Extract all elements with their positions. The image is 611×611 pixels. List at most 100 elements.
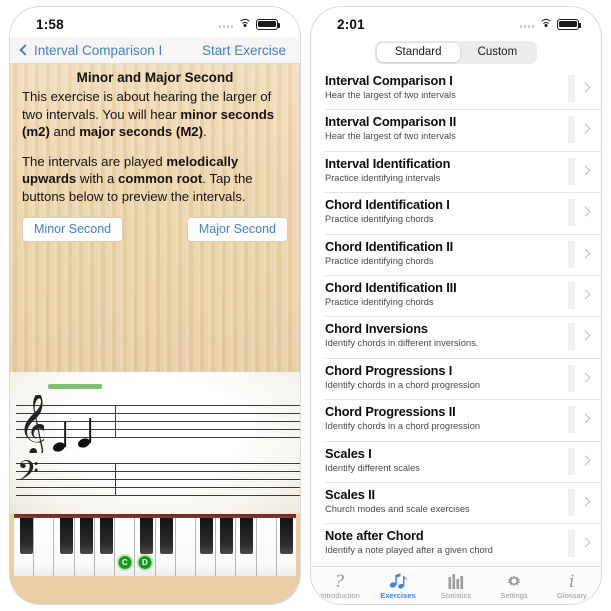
bass-clef-icon: 𝄢 — [17, 459, 39, 493]
tab-label: Introduction — [320, 590, 360, 600]
list-item-title: Chord Identification I — [325, 197, 450, 213]
chevron-left-icon — [19, 44, 31, 56]
cellular-dots-icon — [218, 20, 233, 28]
gear-icon — [506, 572, 522, 589]
list-item-title: Scales II — [325, 486, 375, 502]
tab-label: Glossary — [557, 590, 587, 600]
tab-label: Exercises — [380, 590, 416, 600]
black-key[interactable] — [220, 518, 233, 554]
list-item-title: Scales I — [325, 445, 372, 461]
black-key[interactable] — [240, 518, 253, 554]
standard-custom-segmented-control[interactable]: Standard Custom — [374, 41, 538, 64]
segment-custom[interactable]: Custom — [460, 43, 536, 62]
right-status-bar: 2:01 — [311, 7, 601, 37]
major-second-preview-button[interactable]: Major Second — [186, 217, 288, 242]
screenshot-stage: 1:58 Interval Comparison I Start Exercis… — [0, 0, 611, 611]
progress-indicator-bar — [48, 384, 102, 389]
right-phone-screen: 2:01 Standard Custom Interval Comparison… — [311, 7, 601, 604]
start-exercise-button[interactable]: Start Exercise — [202, 43, 286, 58]
tab-exercises[interactable]: Exercises — [369, 572, 427, 600]
list-item-subtitle: Church modes and scale exercises — [325, 503, 470, 514]
wifi-icon — [539, 19, 552, 29]
music-staff-area: 𝄞 𝄢 — [10, 372, 300, 514]
preview-button-row: Minor Second Major Second — [22, 217, 288, 242]
black-key[interactable] — [200, 518, 213, 554]
black-key[interactable] — [140, 518, 153, 554]
list-item[interactable]: Interval Comparison I Hear the largest o… — [311, 68, 601, 109]
list-item[interactable]: Scales I Identify different scales — [311, 440, 601, 482]
bottom-tab-bar[interactable]: ? Introduction Exercises Statistics Sett… — [311, 566, 601, 604]
black-key[interactable] — [280, 518, 293, 554]
list-item-title: Interval Comparison I — [325, 73, 453, 88]
black-keys[interactable] — [14, 518, 296, 554]
level-indicator — [568, 240, 575, 268]
svg-text:𝄞: 𝄞 — [18, 395, 44, 453]
exercise-list[interactable]: Interval Comparison I Hear the largest o… — [311, 68, 601, 566]
bar-chart-icon — [448, 572, 465, 589]
key-marker-d: D — [138, 556, 152, 569]
list-item[interactable]: Interval Comparison II Hear the largest … — [311, 109, 601, 150]
list-item[interactable]: Note after Chord Identify a note played … — [311, 523, 601, 564]
list-item-title: Chord Progressions II — [325, 404, 456, 420]
list-item[interactable]: Chord Identification III Practice identi… — [311, 274, 601, 316]
black-key[interactable] — [80, 518, 93, 554]
left-phone-screen: 1:58 Interval Comparison I Start Exercis… — [10, 7, 300, 604]
back-button-label: Interval Comparison I — [34, 42, 163, 58]
tab-settings[interactable]: Settings — [485, 572, 543, 600]
list-item-subtitle: Practice identifying chords — [325, 255, 434, 266]
question-mark-icon: ? — [333, 572, 348, 589]
list-item-subtitle: Practice identifying chords — [325, 296, 434, 307]
treble-clef-icon: 𝄞 — [18, 395, 44, 453]
tab-introduction[interactable]: ? Introduction — [311, 572, 369, 600]
level-indicator — [568, 364, 575, 392]
level-indicator — [568, 281, 575, 309]
piano-keyboard[interactable]: C D — [10, 514, 300, 604]
key-marker-c: C — [118, 556, 132, 569]
black-key[interactable] — [20, 518, 33, 554]
list-item[interactable]: Chord Identification I Practice identify… — [311, 192, 601, 233]
bass-barline — [115, 463, 116, 495]
tab-statistics[interactable]: Statistics — [427, 572, 485, 600]
status-bar-time: 1:58 — [36, 16, 64, 32]
list-item-subtitle: Identify chords in a chord progression — [325, 421, 481, 432]
exercise-description-panel: Minor and Major Second This exercise is … — [10, 64, 300, 372]
minor-second-preview-button[interactable]: Minor Second — [22, 217, 124, 242]
tab-label: Settings — [500, 590, 528, 600]
list-item-subtitle: Hear the largest of two intervals — [325, 131, 456, 142]
level-indicator — [568, 116, 575, 144]
list-item-subtitle: Practice identifying intervals — [325, 172, 441, 183]
list-item-subtitle: Identify chords in a chord progression — [325, 379, 481, 390]
svg-text:i: i — [569, 572, 574, 589]
battery-full-icon — [256, 18, 281, 30]
para1-bold-M2: major seconds (M2) — [79, 124, 204, 139]
list-item[interactable]: Interval Identification Practice identif… — [311, 150, 601, 192]
list-item[interactable]: Chord Progressions II Identify chords in… — [311, 399, 601, 440]
list-item-title: Note after Chord — [325, 528, 424, 544]
list-item[interactable]: Chord Progressions I Identify chords in … — [311, 357, 601, 399]
para1-text-c: . — [203, 124, 207, 139]
note-c-and-d — [52, 418, 92, 452]
list-item-subtitle: Practice identifying chords — [325, 214, 434, 225]
svg-text:𝄢: 𝄢 — [17, 459, 39, 493]
para2-text-a: The intervals are played — [22, 153, 167, 169]
status-bar-time: 2:01 — [337, 16, 365, 32]
left-status-bar: 1:58 — [10, 7, 300, 37]
exercise-paragraph-2: The intervals are played melodically upw… — [22, 153, 288, 206]
segmented-control-bar: Standard Custom — [311, 37, 601, 68]
black-key[interactable] — [60, 518, 73, 554]
black-key[interactable] — [160, 518, 173, 554]
para1-text-b: and — [49, 124, 80, 139]
segment-standard[interactable]: Standard — [376, 43, 460, 62]
level-indicator — [568, 199, 575, 227]
list-item[interactable]: Scales II Church modes and scale exercis… — [311, 481, 601, 523]
wifi-icon — [238, 19, 251, 29]
back-button[interactable]: Interval Comparison I — [19, 42, 163, 58]
list-item-subtitle: Identify chords in different inversions. — [325, 338, 479, 349]
list-item[interactable]: Chord Identification II Practice identif… — [311, 233, 601, 275]
italic-i-icon: i — [566, 572, 579, 589]
black-key[interactable] — [100, 518, 113, 554]
tab-glossary[interactable]: i Glossary — [543, 572, 601, 600]
list-item[interactable]: Chord Inversions Identify chords in diff… — [311, 316, 601, 357]
status-bar-indicators — [218, 18, 281, 30]
level-indicator — [568, 406, 575, 434]
